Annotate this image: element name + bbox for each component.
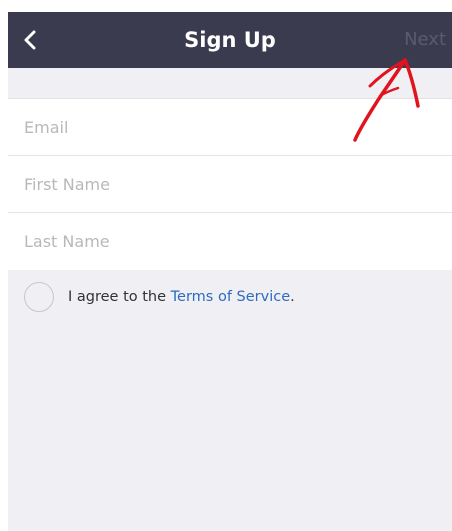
email-row xyxy=(8,99,452,156)
first-name-row xyxy=(8,156,452,213)
agree-suffix: . xyxy=(290,289,295,305)
agree-prefix: I agree to the xyxy=(68,289,171,305)
page-title: Sign Up xyxy=(184,28,276,52)
terms-of-service-link[interactable]: Terms of Service xyxy=(171,289,290,305)
signup-form xyxy=(8,98,452,270)
terms-agreement: I agree to the Terms of Service. xyxy=(8,282,452,312)
agree-checkbox[interactable] xyxy=(24,282,54,312)
signup-screen: Sign Up Next I agree to the Terms of Ser… xyxy=(8,12,452,531)
last-name-row xyxy=(8,213,452,270)
back-button[interactable] xyxy=(8,12,52,68)
first-name-field[interactable] xyxy=(24,174,424,194)
last-name-field[interactable] xyxy=(24,232,424,251)
next-button[interactable]: Next xyxy=(402,12,448,68)
agree-text: I agree to the Terms of Service. xyxy=(68,289,295,305)
navigation-bar: Sign Up Next xyxy=(8,12,452,68)
email-field[interactable] xyxy=(24,117,424,137)
chevron-left-icon xyxy=(24,30,36,50)
